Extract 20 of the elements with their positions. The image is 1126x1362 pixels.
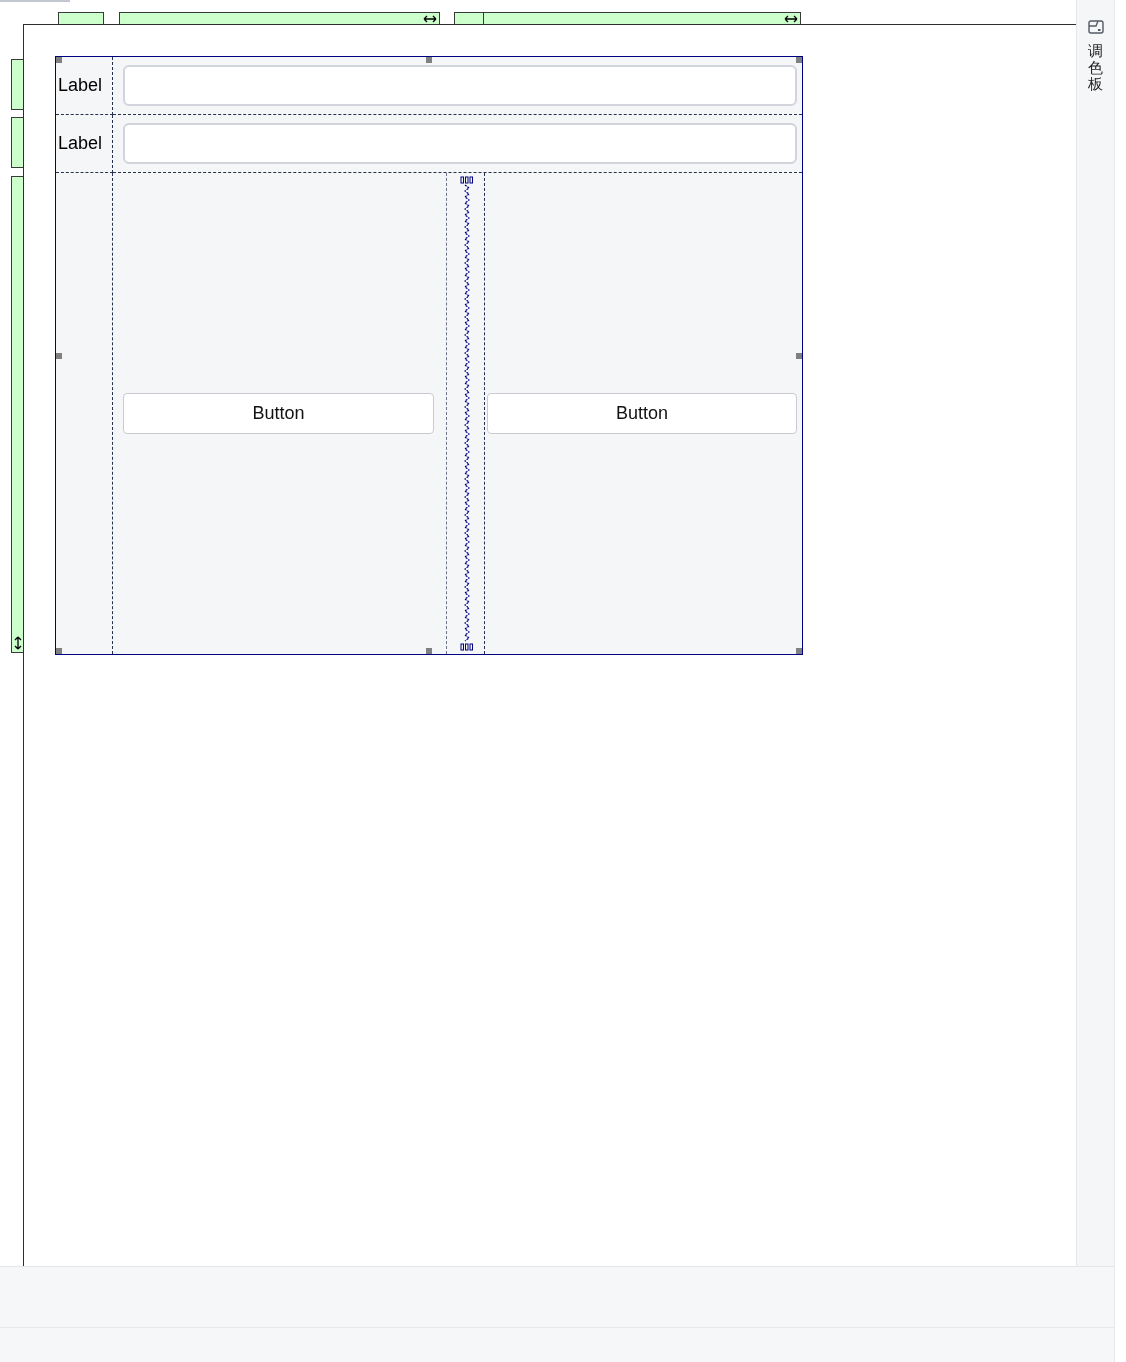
push-button[interactable]: Button [123, 393, 434, 434]
resize-handle[interactable] [56, 648, 62, 654]
resize-handle[interactable] [56, 352, 62, 359]
text-input[interactable] [123, 123, 797, 164]
text-input[interactable] [123, 65, 797, 106]
left-right-arrow-icon [423, 14, 437, 23]
resize-handle[interactable] [56, 57, 62, 63]
window-icon [1086, 18, 1105, 36]
resize-handle[interactable] [796, 57, 802, 63]
push-button[interactable]: Button [487, 393, 797, 434]
left-right-arrow-icon [784, 14, 798, 23]
field-label: Label [58, 75, 103, 96]
resize-handle[interactable] [426, 57, 432, 63]
resize-handle[interactable] [796, 352, 802, 359]
resize-handle[interactable] [426, 648, 432, 654]
field-label: Label [58, 133, 103, 154]
palette-tab[interactable]: 调色板 [1083, 16, 1108, 95]
form-panel[interactable]: Label Label Button Button [55, 56, 803, 655]
resize-handle[interactable] [796, 648, 802, 654]
up-down-arrow-icon [13, 636, 22, 650]
